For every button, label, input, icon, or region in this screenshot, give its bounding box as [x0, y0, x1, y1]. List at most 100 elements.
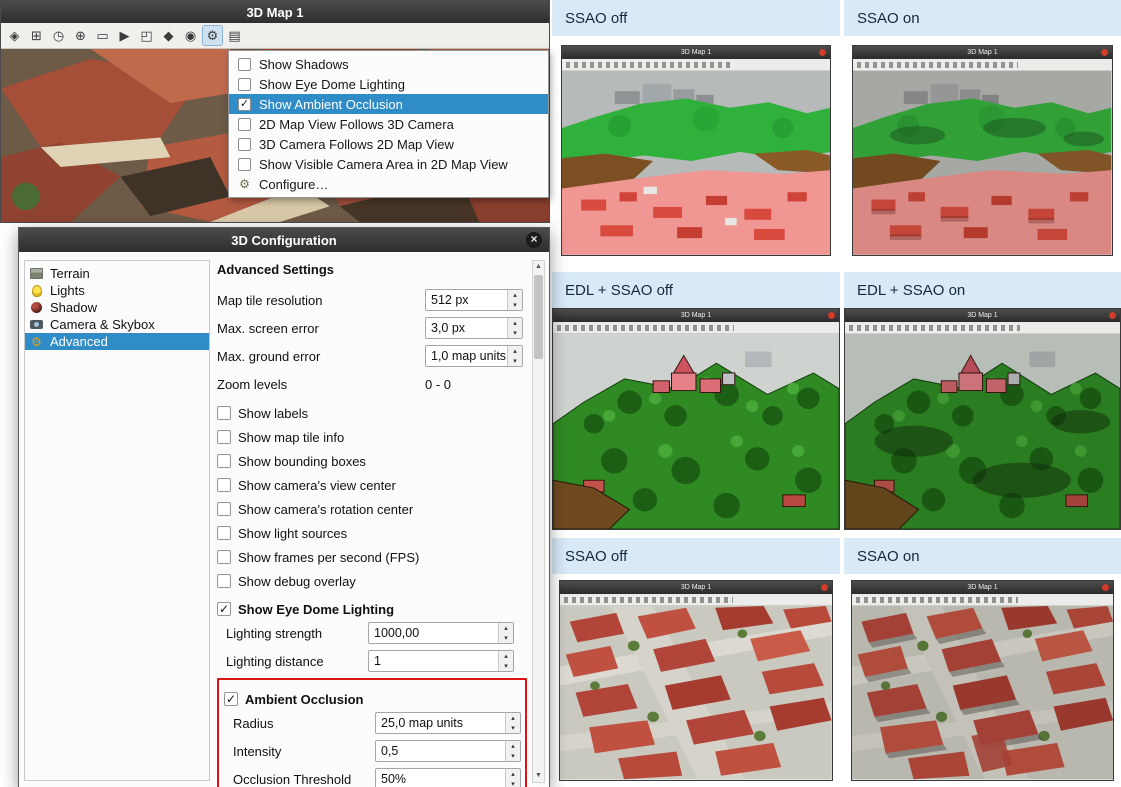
menu-item-show-ambient-occlusion[interactable]: ✓ Show Ambient Occlusion	[229, 94, 548, 114]
mini-close-dot	[1101, 49, 1108, 56]
scene-edl-ssao-on	[845, 334, 1120, 529]
scene-aerial-ssao-on	[852, 606, 1113, 779]
field-label: Occlusion Threshold	[233, 772, 375, 787]
checkbox-unchecked[interactable]	[217, 502, 231, 516]
field-row: Lighting strength 1000,00 ▴▾	[217, 622, 527, 644]
mini-toolbar	[562, 59, 831, 71]
options-wrench-icon[interactable]: ⚙	[202, 25, 223, 46]
legend-icon[interactable]: ▤	[224, 25, 245, 46]
checkbox-row-show-bounding-boxes[interactable]: Show bounding boxes	[217, 449, 527, 473]
spin-up-icon: ▴	[499, 651, 513, 661]
settings-heading: Advanced Settings	[217, 262, 527, 277]
panel-header-ssao-off-2: SSAO off	[552, 538, 840, 574]
spin-up-icon: ▴	[508, 318, 522, 328]
checkbox-unchecked[interactable]	[238, 58, 251, 71]
checkbox-unchecked[interactable]	[217, 550, 231, 564]
measure-line-icon[interactable]: ▭	[92, 25, 113, 46]
pan-tool-icon[interactable]: ◈	[4, 25, 25, 46]
panel-header-edl-ssao-off: EDL + SSAO off	[552, 272, 840, 308]
shadow-sphere-icon	[29, 301, 44, 314]
map-window-titlebar[interactable]: 3D Map 1	[1, 1, 549, 23]
menu-item-2d-follows-3d[interactable]: 2D Map View Follows 3D Camera	[229, 114, 548, 134]
mini-close-dot	[819, 49, 826, 56]
view-options-menu: Show Shadows Show Eye Dome Lighting ✓ Sh…	[228, 50, 549, 198]
checkbox-checked[interactable]: ✓	[238, 98, 251, 111]
view-theme-eye-icon[interactable]: ◉	[180, 25, 201, 46]
screenshot: 3D Map 1 ◈ ⊞ ◷ ⊕ ▭ ▶ ◰ ◆ ◉ ⚙ ▤	[0, 0, 1121, 787]
checkbox-unchecked[interactable]	[217, 478, 231, 492]
animation-icon[interactable]: ◷	[48, 25, 69, 46]
scene-ssao-on-classified	[853, 71, 1111, 255]
checkbox-row-show-map-tile-info[interactable]: Show map tile info	[217, 425, 527, 449]
mini-toolbar	[845, 322, 1120, 334]
checkbox-row-show-view-center[interactable]: Show camera's view center	[217, 473, 527, 497]
checkbox-row-show-light-sources[interactable]: Show light sources	[217, 521, 527, 545]
lighting-distance-spinbox[interactable]: 1 ▴▾	[368, 650, 514, 672]
config-dialog-titlebar[interactable]: 3D Configuration ×	[19, 228, 549, 252]
settings-scrollbar[interactable]: ▲ ▼	[532, 260, 545, 783]
max-screen-error-spinbox[interactable]: 3,0 px ▴▾	[425, 317, 523, 339]
field-label: Zoom levels	[217, 377, 425, 392]
sidebar-item-shadow[interactable]: Shadow	[25, 299, 209, 316]
field-row: Max. ground error 1,0 map units ▴▾	[217, 345, 527, 367]
checkbox-unchecked[interactable]	[217, 526, 231, 540]
spin-up-icon: ▴	[508, 290, 522, 300]
zoom-full-icon[interactable]: ⊕	[70, 25, 91, 46]
sidebar-item-lights[interactable]: Lights	[25, 282, 209, 299]
scrollbar-thumb[interactable]	[534, 275, 543, 359]
ao-radius-spinbox[interactable]: 25,0 map units ▴▾	[375, 712, 521, 734]
mini-titlebar: 3D Map 1	[853, 46, 1111, 59]
menu-item-configure[interactable]: ⚙ Configure…	[229, 174, 548, 194]
sidebar-item-terrain[interactable]: Terrain	[25, 265, 209, 282]
menu-item-3d-follows-2d[interactable]: 3D Camera Follows 2D Map View	[229, 134, 548, 154]
checkbox-row-show-fps[interactable]: Show frames per second (FPS)	[217, 545, 527, 569]
mini-toolbar	[852, 594, 1113, 606]
checkbox-row-show-rotation-center[interactable]: Show camera's rotation center	[217, 497, 527, 521]
play-animation-icon[interactable]: ▶	[114, 25, 135, 46]
spin-down-icon: ▾	[506, 751, 520, 761]
menu-item-show-visible-camera-area[interactable]: Show Visible Camera Area in 2D Map View	[229, 154, 548, 174]
field-row: Max. screen error 3,0 px ▴▾	[217, 317, 527, 339]
field-label: Lighting distance	[226, 654, 368, 669]
checkbox-row-show-labels[interactable]: Show labels	[217, 401, 527, 425]
menu-item-show-edl[interactable]: Show Eye Dome Lighting	[229, 74, 548, 94]
checkbox-checked[interactable]: ✓	[224, 692, 238, 706]
ao-intensity-spinbox[interactable]: 0,5 ▴▾	[375, 740, 521, 762]
checkbox-unchecked[interactable]	[238, 138, 251, 151]
edl-group-checkbox[interactable]: ✓ Show Eye Dome Lighting	[217, 596, 527, 622]
field-label: Radius	[233, 716, 375, 731]
menu-item-show-shadows[interactable]: Show Shadows	[229, 54, 548, 74]
checkbox-row-show-debug-overlay[interactable]: Show debug overlay	[217, 569, 527, 593]
mini-toolbar	[553, 322, 839, 334]
scroll-down-icon[interactable]: ▼	[533, 770, 544, 782]
save-image-icon[interactable]: ◰	[136, 25, 157, 46]
ambient-occlusion-group-checkbox[interactable]: ✓ Ambient Occlusion	[224, 686, 518, 712]
spin-up-icon: ▴	[506, 713, 520, 723]
sidebar-item-advanced[interactable]: ⚙ Advanced	[25, 333, 209, 350]
checkbox-unchecked[interactable]	[238, 158, 251, 171]
config-category-list: Terrain Lights Shadow Camera & Skybox ⚙ …	[24, 260, 210, 781]
ao-occlusion-threshold-spinbox[interactable]: 50% ▴▾	[375, 768, 521, 787]
scene-edl-ssao-off	[553, 334, 839, 529]
checkbox-unchecked[interactable]	[217, 454, 231, 468]
lighting-strength-spinbox[interactable]: 1000,00 ▴▾	[368, 622, 514, 644]
field-label: Max. screen error	[217, 321, 425, 336]
scroll-up-icon[interactable]: ▲	[533, 261, 544, 273]
max-ground-error-spinbox[interactable]: 1,0 map units ▴▾	[425, 345, 523, 367]
export-scene-icon[interactable]: ◆	[158, 25, 179, 46]
checkbox-unchecked[interactable]	[238, 118, 251, 131]
field-row: Lighting distance 1 ▴▾	[217, 650, 527, 672]
checkbox-checked[interactable]: ✓	[217, 602, 231, 616]
config-dialog-title: 3D Configuration	[231, 233, 336, 248]
sidebar-item-camera-skybox[interactable]: Camera & Skybox	[25, 316, 209, 333]
checkbox-unchecked[interactable]	[217, 574, 231, 588]
camera-control-icon[interactable]: ⊞	[26, 25, 47, 46]
map-tile-resolution-spinbox[interactable]: 512 px ▴▾	[425, 289, 523, 311]
checkbox-unchecked[interactable]	[217, 430, 231, 444]
spin-down-icon: ▾	[499, 633, 513, 643]
checkbox-unchecked[interactable]	[238, 78, 251, 91]
checkbox-unchecked[interactable]	[217, 406, 231, 420]
map-toolbar: ◈ ⊞ ◷ ⊕ ▭ ▶ ◰ ◆ ◉ ⚙ ▤	[1, 23, 549, 49]
close-icon[interactable]: ×	[526, 232, 542, 248]
spin-up-icon: ▴	[506, 741, 520, 751]
